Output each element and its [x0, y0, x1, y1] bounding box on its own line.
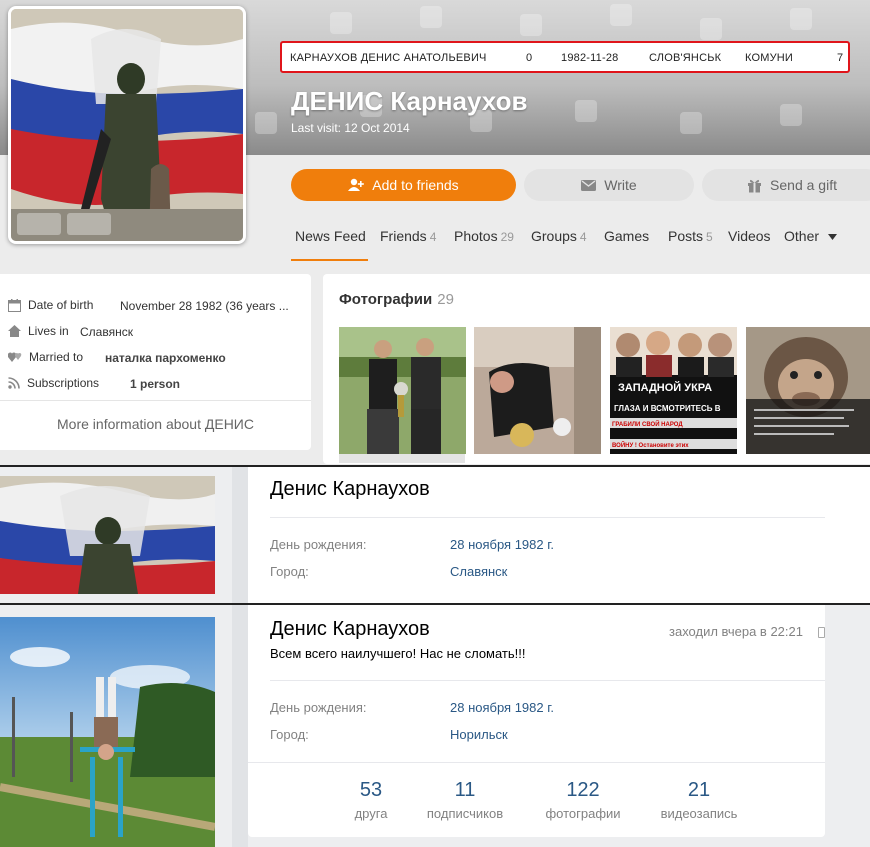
record-date: 1982-11-28: [561, 52, 619, 64]
lives-label: Lives in: [28, 324, 69, 338]
tab-groups[interactable]: Groups 4: [531, 228, 587, 244]
thumb3-line4: ВОЙНУ ! Остановите этих: [612, 441, 689, 449]
vk1-name: Денис Карнаухов: [270, 478, 430, 500]
vk2-city-label: Город:: [270, 727, 309, 742]
vk1-divider: [270, 517, 825, 518]
counter-followers-label[interactable]: подписчиков: [410, 806, 520, 821]
vk2-birth-value[interactable]: 28 ноября 1982 г.: [450, 700, 554, 715]
photo-1-image: [339, 327, 466, 454]
send-gift-button[interactable]: Send a gift: [702, 169, 870, 201]
photos-scrollbar[interactable]: [339, 454, 465, 463]
chevron-down-icon: [827, 234, 837, 241]
more-info-link[interactable]: More information about ДЕНИС: [0, 400, 311, 432]
photos-title: Фотографии: [339, 291, 433, 308]
add-to-friends-button[interactable]: Add to friends: [291, 169, 516, 201]
tab-videos[interactable]: Videos: [728, 228, 771, 244]
avatar-comments-button[interactable]: [17, 213, 61, 235]
vk1-birth-label: День рождения:: [270, 537, 367, 552]
record-zero: 0: [526, 52, 533, 64]
hearts-icon: [8, 352, 22, 362]
avatar-image: [11, 9, 243, 241]
vk2-city-value[interactable]: Норильск: [450, 727, 508, 742]
lives-value: Славянск: [80, 325, 133, 339]
photo-4-image: [746, 327, 870, 454]
record-city: СЛОВ'ЯНСЬК: [649, 52, 722, 64]
record-house: 7: [837, 52, 844, 64]
subscriptions-row: Subscriptions: [8, 376, 99, 390]
write-label: Write: [604, 177, 637, 193]
vk1-city-value[interactable]: Славянск: [450, 564, 507, 579]
vk2-divider-2: [248, 762, 825, 763]
add-to-friends-label: Add to friends: [372, 177, 459, 193]
vk2-status: Всем всего наилучшего! Нас не сломать!!!: [270, 646, 526, 661]
photo-thumb-1[interactable]: [339, 327, 466, 454]
photo-3-image: ЗАПАДНОЙ УКРА ГЛАЗА И ВСМОТРИТЕСЬ В ГРАБ…: [610, 327, 737, 454]
home-icon: [8, 325, 21, 337]
vk2-birth-label: День рождения:: [270, 700, 367, 715]
add-user-icon: [348, 178, 365, 191]
vk1-birth-value[interactable]: 28 ноября 1982 г.: [450, 537, 554, 552]
tab-games[interactable]: Games: [604, 228, 649, 244]
vk1-avatar-image: [0, 476, 215, 594]
photo-thumb-3[interactable]: ЗАПАДНОЙ УКРА ГЛАЗА И ВСМОТРИТЕСЬ В ГРАБ…: [610, 327, 737, 454]
active-tab-indicator: [291, 259, 368, 261]
vk1-gutter: [232, 467, 248, 603]
vk2-gutter: [232, 605, 248, 847]
tab-posts[interactable]: Posts 5: [668, 228, 713, 244]
birth-label: Date of birth: [28, 298, 94, 312]
tab-news-feed[interactable]: News Feed: [295, 228, 366, 244]
vk1-avatar[interactable]: [0, 476, 215, 594]
thumb3-line2: ГЛАЗА И ВСМОТРИТЕСЬ В: [614, 404, 721, 413]
calendar-icon: [8, 298, 21, 312]
mobile-icon: [818, 627, 825, 638]
vk1-city-label: Город:: [270, 564, 309, 579]
married-label: Married to: [29, 350, 84, 364]
vk2-avatar[interactable]: [0, 617, 215, 847]
vk2-last-online: заходил вчера в 22:21: [669, 624, 803, 639]
send-gift-label: Send a gift: [770, 177, 837, 193]
photo-thumb-2[interactable]: [474, 327, 601, 454]
last-visit: Last visit: 12 Oct 2014: [291, 121, 410, 135]
gift-icon: [748, 179, 762, 192]
rss-icon: [8, 377, 20, 389]
counter-photos-number[interactable]: 122: [533, 779, 633, 802]
subscriptions-value[interactable]: 1 person: [130, 377, 180, 391]
record-name: КАРНАУХОВ ДЕНИС АНАТОЛЬЕВИЧ: [290, 52, 487, 64]
tab-photos[interactable]: Photos 29: [454, 228, 514, 244]
thumb3-line1: ЗАПАДНОЙ УКРА: [618, 381, 712, 394]
counter-friends-number[interactable]: 53: [321, 779, 421, 802]
vk2-name: Денис Карнаухов: [270, 618, 430, 640]
birth-value: November 28 1982 (36 years ...: [120, 299, 289, 313]
married-row: Married to: [8, 350, 83, 364]
counter-videos-label[interactable]: видеозапись: [644, 806, 754, 821]
counter-followers-number[interactable]: 11: [415, 779, 515, 802]
counter-videos-number[interactable]: 21: [649, 779, 749, 802]
photo-2-image: [474, 327, 601, 454]
highlighted-record: КАРНАУХОВ ДЕНИС АНАТОЛЬЕВИЧ 0 1982-11-28…: [280, 41, 850, 73]
thumb3-line3: ГРАБИЛИ СВОЙ НАРОД: [612, 420, 683, 428]
married-value[interactable]: наталка пархоменко: [105, 351, 226, 365]
record-street: КОМУНИ: [745, 52, 794, 64]
mail-icon: [581, 179, 597, 191]
profile-name: ДЕНИС Карнаухов: [291, 86, 528, 116]
tab-other[interactable]: Other: [784, 228, 837, 244]
tab-friends[interactable]: Friends 4: [380, 228, 436, 244]
avatar-likes-button[interactable]: [67, 213, 111, 235]
write-button[interactable]: Write: [524, 169, 694, 201]
photos-header[interactable]: Фотографии 29: [339, 291, 454, 308]
birth-row: Date of birth: [8, 298, 93, 312]
subscriptions-label: Subscriptions: [27, 376, 100, 390]
vk2-avatar-image: [0, 617, 215, 847]
counter-photos-label[interactable]: фотографии: [528, 806, 638, 821]
photos-count: 29: [437, 291, 454, 308]
screenshot-collage: КАРНАУХОВ ДЕНИС АНАТОЛЬЕВИЧ 0 1982-11-28…: [0, 0, 870, 847]
lives-row: Lives in: [8, 324, 69, 338]
photo-thumb-4[interactable]: [746, 327, 870, 454]
vk2-divider: [270, 680, 825, 681]
profile-avatar[interactable]: [8, 6, 246, 244]
